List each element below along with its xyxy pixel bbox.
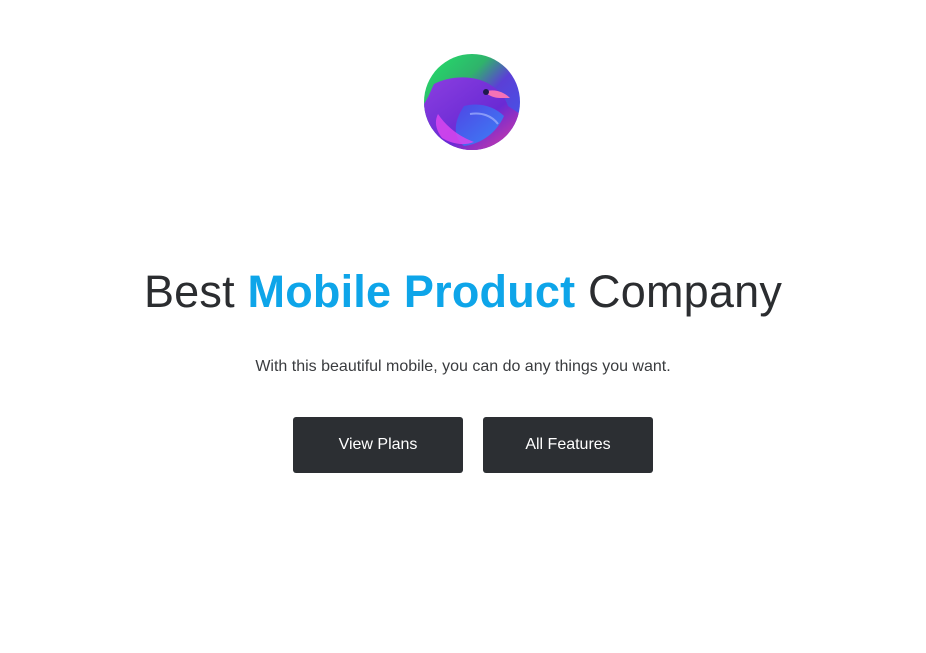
page-title: Best Mobile Product Company <box>0 264 926 320</box>
bird-logo-icon[interactable] <box>424 54 520 150</box>
landing-page: Best Mobile Product Company With this be… <box>0 0 926 653</box>
view-plans-button[interactable]: View Plans <box>293 417 463 473</box>
headline-accent: Mobile Product <box>247 266 576 317</box>
all-features-button[interactable]: All Features <box>483 417 653 473</box>
headline-end: Company <box>588 266 783 317</box>
tagline: With this beautiful mobile, you can do a… <box>255 358 671 375</box>
headline-start: Best <box>143 266 235 317</box>
